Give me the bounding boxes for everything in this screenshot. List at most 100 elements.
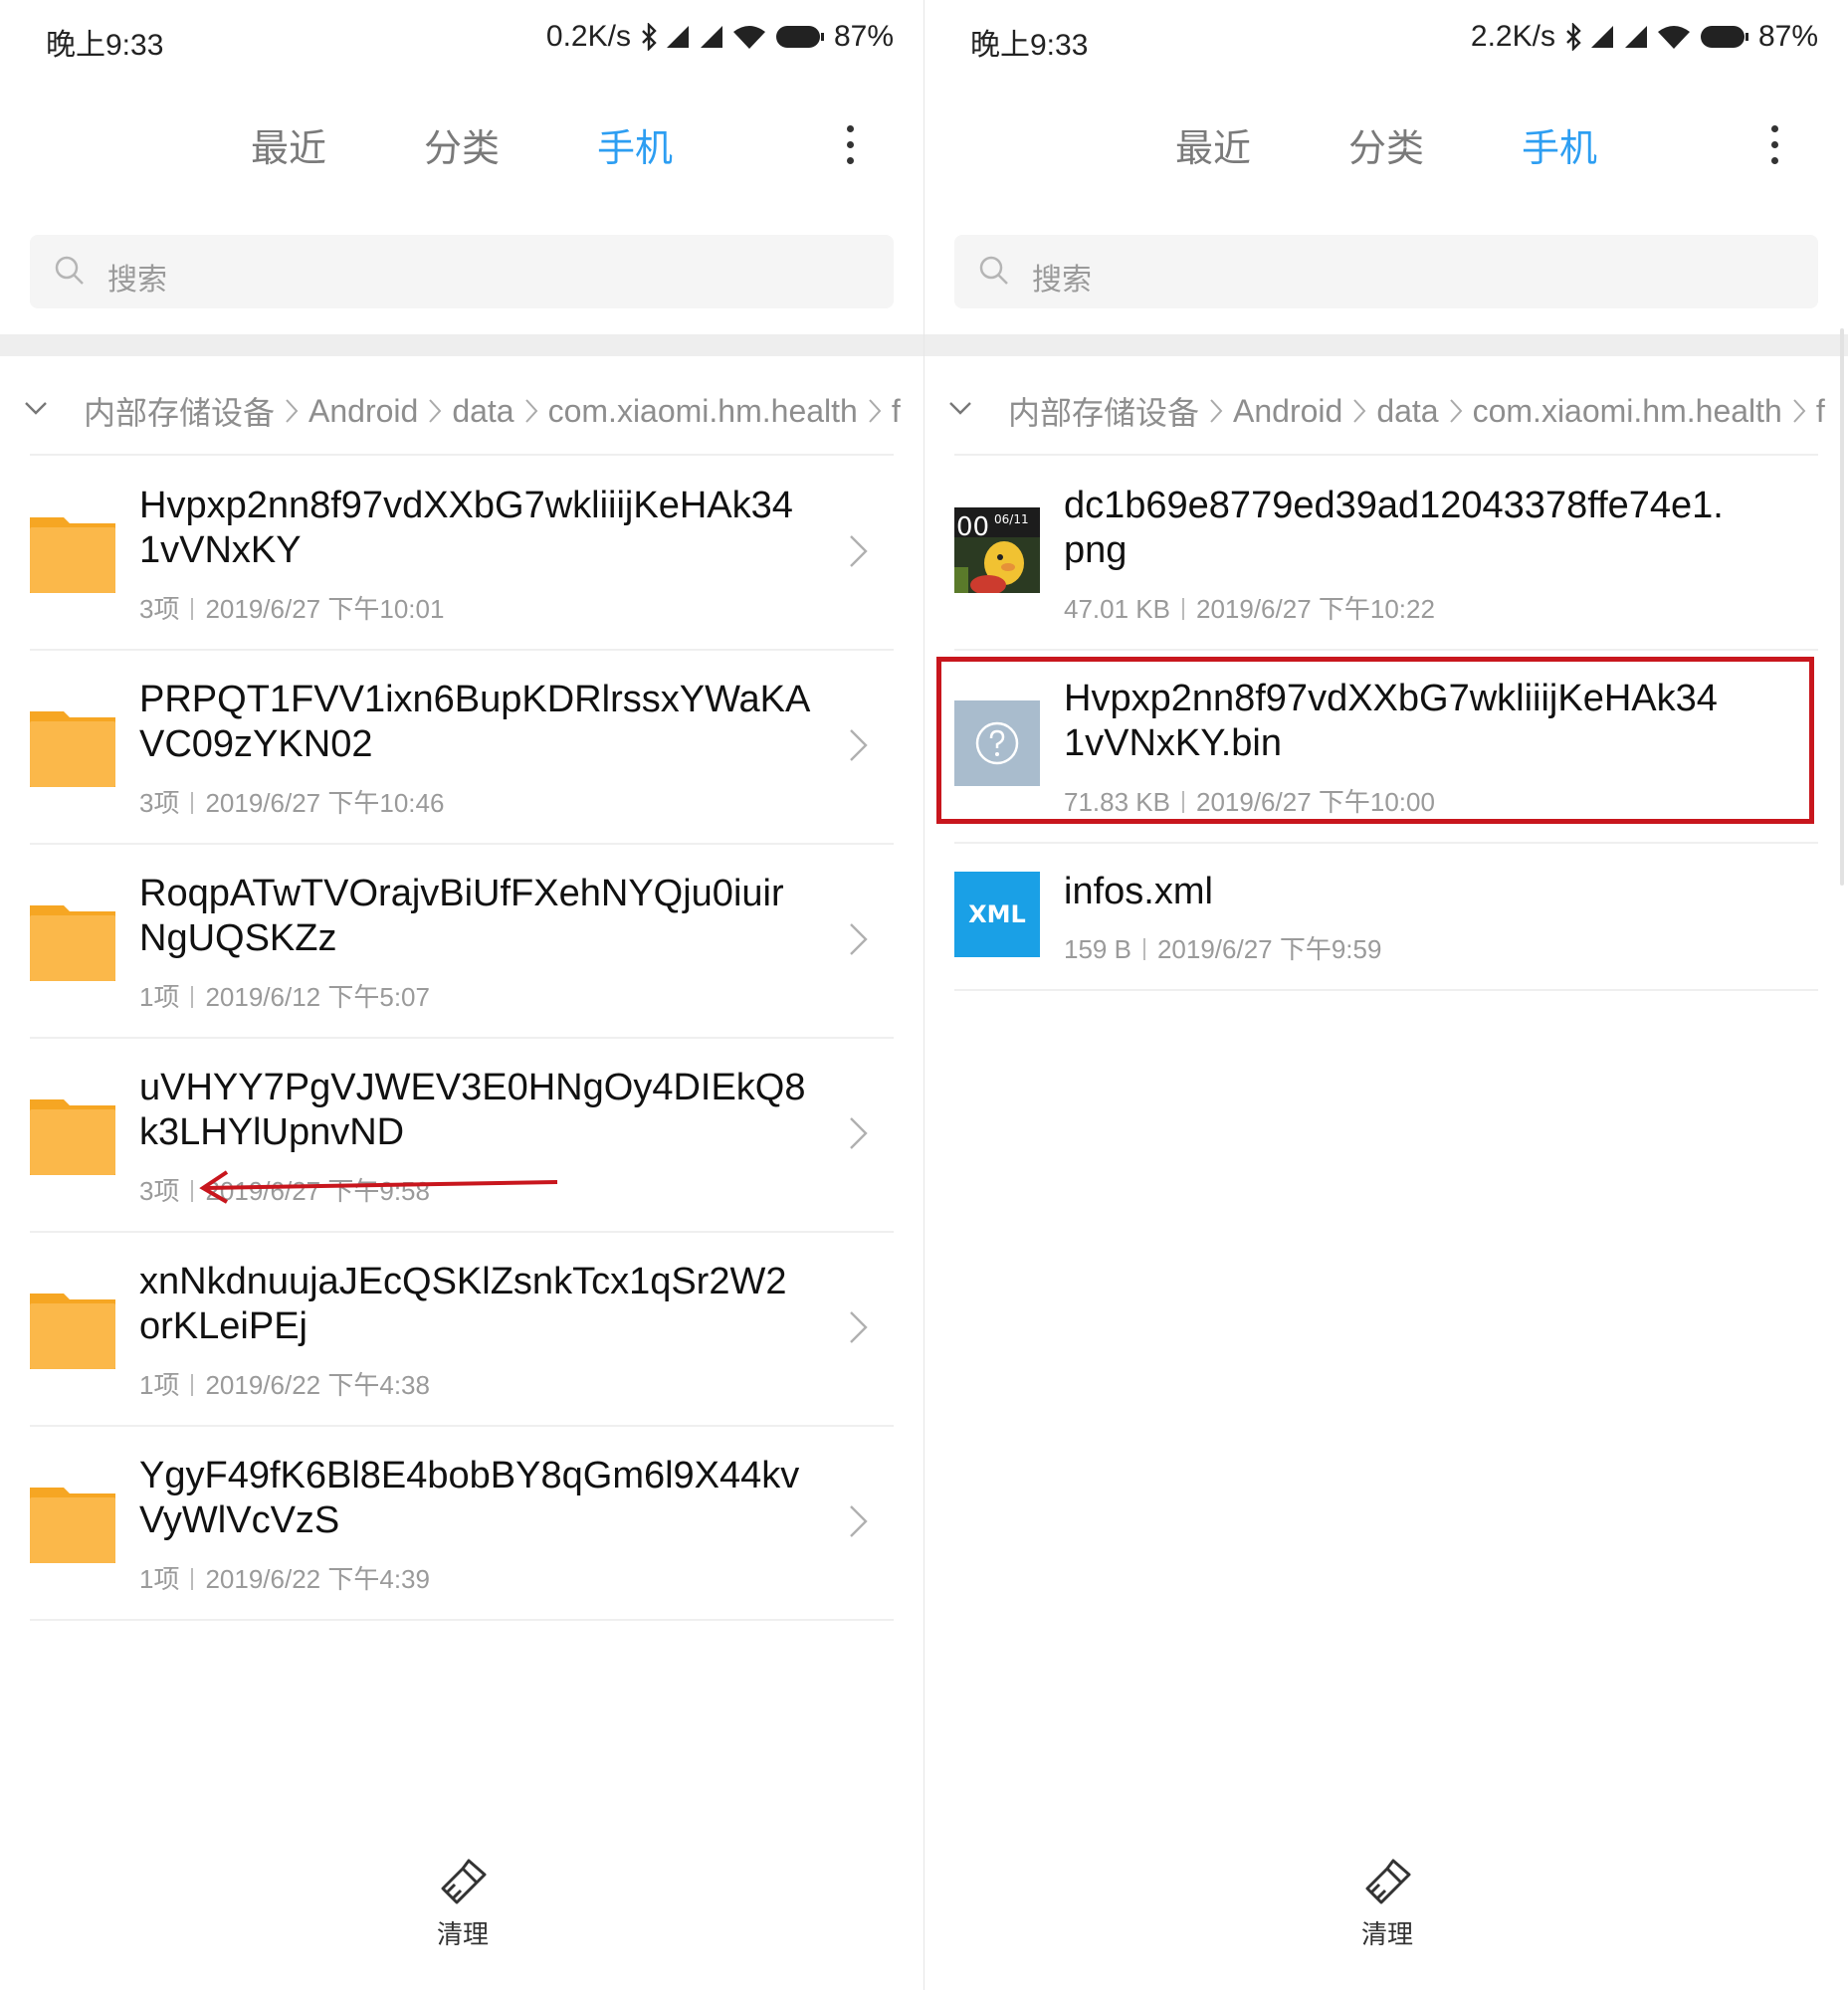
wifi-icon <box>1657 26 1690 49</box>
file-meta: 159 B 2019/6/27 下午9:59 <box>1064 929 1381 966</box>
chevron-right-icon <box>1353 399 1366 423</box>
unknown-file-icon <box>954 700 1040 786</box>
breadcrumb-item-android[interactable]: Android <box>308 393 418 430</box>
section-divider <box>0 334 924 356</box>
chevron-down-icon[interactable] <box>22 394 50 422</box>
chevron-right-icon <box>1793 399 1806 423</box>
tab-phone[interactable]: 手机 <box>597 117 673 172</box>
file-row-xml[interactable]: XML infos.xml 159 B 2019/6/27 下午9:59 <box>954 842 1818 991</box>
search-input[interactable]: 搜索 <box>30 235 894 308</box>
file-size: 47.01 KB <box>1064 594 1170 624</box>
folder-meta: 3项 2019/6/27 下午10:01 <box>139 589 444 626</box>
left-screenshot: 晚上9:33 0.2K/s 87% 最近 分类 手机 搜索 内部存储设备 And… <box>0 0 924 1990</box>
folder-row[interactable]: PRPQT1FVV1ixn6BupKDRlrssxYWaKA VC09zYKN0… <box>30 650 894 845</box>
breadcrumb-item-data[interactable]: data <box>1376 393 1438 430</box>
chevron-right-icon <box>524 399 537 423</box>
file-name: infos.xml <box>1064 871 1213 912</box>
more-menu-icon[interactable] <box>1762 125 1786 169</box>
folder-row[interactable]: RoqpATwTVOrajvBiUfFXehNYQju0iuir NgUQSKZ… <box>30 844 894 1039</box>
clean-button[interactable]: 清理 <box>1342 1857 1432 1956</box>
item-count: 1项 <box>139 1564 180 1594</box>
chevron-down-icon[interactable] <box>946 394 974 422</box>
tab-recent[interactable]: 最近 <box>1175 117 1251 172</box>
chevron-right-icon <box>850 1117 868 1149</box>
file-meta: 71.83 KB 2019/6/27 下午10:00 <box>1064 782 1435 819</box>
breadcrumb-item-truncated[interactable]: f <box>892 393 901 430</box>
folder-icon <box>30 1294 115 1369</box>
tab-phone[interactable]: 手机 <box>1522 117 1597 172</box>
file-name: Hvpxp2nn8f97vdXXbG7wkliiijKeHAk34 1vVNxK… <box>1064 678 1718 764</box>
tab-category[interactable]: 分类 <box>1348 117 1424 172</box>
chevron-right-icon <box>850 1505 868 1537</box>
chevron-right-icon <box>1449 399 1462 423</box>
folder-meta: 1项 2019/6/22 下午4:39 <box>139 1559 430 1596</box>
breadcrumb-item-package[interactable]: com.xiaomi.hm.health <box>548 393 858 430</box>
network-speed: 0.2K/s <box>545 20 631 53</box>
status-right: 2.2K/s 87% <box>1471 20 1818 54</box>
file-size: 71.83 KB <box>1064 787 1170 817</box>
bluetooth-icon <box>1566 23 1581 51</box>
breadcrumb-item-truncated[interactable]: f <box>1816 393 1825 430</box>
folder-meta: 3项 2019/6/27 下午9:58 <box>139 1171 430 1208</box>
file-name: dc1b69e8779ed39ad12043378ffe74e1. png <box>1064 485 1724 571</box>
folder-row[interactable]: uVHYY7PgVJWEV3E0HNgOy4DIEkQ8 k3LHYlUpnvN… <box>30 1038 894 1233</box>
file-row-bin[interactable]: Hvpxp2nn8f97vdXXbG7wkliiijKeHAk34 1vVNxK… <box>954 649 1818 844</box>
folder-name: Hvpxp2nn8f97vdXXbG7wkliiijKeHAk34 1vVNxK… <box>139 485 793 571</box>
item-count: 1项 <box>139 1370 180 1400</box>
search-input[interactable]: 搜索 <box>954 235 1818 308</box>
signal-icon-2 <box>1624 26 1647 48</box>
breadcrumb-item-package[interactable]: com.xiaomi.hm.health <box>1473 393 1782 430</box>
breadcrumb-item-storage[interactable]: 内部存储设备 <box>1008 388 1199 434</box>
modified-date: 2019/6/22 下午4:38 <box>205 1370 430 1400</box>
tab-category[interactable]: 分类 <box>424 117 500 172</box>
battery-icon <box>1700 26 1748 48</box>
modified-date: 2019/6/27 下午9:58 <box>205 1176 430 1206</box>
folder-name: uVHYY7PgVJWEV3E0HNgOy4DIEkQ8 k3LHYlUpnvN… <box>139 1067 806 1153</box>
chevron-right-icon <box>850 923 868 955</box>
item-count: 1项 <box>139 982 180 1012</box>
battery-percent: 87% <box>1757 20 1818 53</box>
breadcrumb-item-storage[interactable]: 内部存储设备 <box>84 388 275 434</box>
more-menu-icon[interactable] <box>838 125 862 169</box>
breadcrumb-item-android[interactable]: Android <box>1233 393 1342 430</box>
folder-name: RoqpATwTVOrajvBiUfFXehNYQju0iuir NgUQSKZ… <box>139 873 784 959</box>
item-count: 3项 <box>139 1176 180 1206</box>
file-date: 2019/6/27 下午10:22 <box>1195 594 1435 624</box>
folder-icon <box>30 711 115 787</box>
folder-name: PRPQT1FVV1ixn6BupKDRlrssxYWaKA VC09zYKN0… <box>139 679 811 765</box>
folder-icon <box>30 1488 115 1563</box>
breadcrumb: 内部存储设备 Android data com.xiaomi.hm.health… <box>924 386 1848 434</box>
folder-icon <box>30 905 115 981</box>
folder-row[interactable]: xnNkdnuujaJEcQSKlZsnkTcx1qSr2W2 orKLeiPE… <box>30 1232 894 1427</box>
chevron-right-icon <box>850 535 868 567</box>
chevron-right-icon <box>850 729 868 761</box>
battery-icon <box>775 26 824 48</box>
modified-date: 2019/6/22 下午4:39 <box>205 1564 430 1594</box>
folder-row[interactable]: YgyF49fK6Bl8E4bobBY8qGm6l9X44kv VyWlVcVz… <box>30 1426 894 1621</box>
chevron-right-icon <box>429 399 442 423</box>
search-icon <box>979 256 1008 285</box>
battery-percent: 87% <box>833 20 894 53</box>
search-icon <box>55 256 84 285</box>
clean-button[interactable]: 清理 <box>418 1857 508 1956</box>
thumb-date: 06/11 <box>994 512 1029 526</box>
broom-icon <box>1365 1859 1411 1904</box>
folder-row[interactable]: Hvpxp2nn8f97vdXXbG7wkliiijKeHAk34 1vVNxK… <box>30 456 894 651</box>
chevron-right-icon <box>286 399 299 423</box>
item-count: 3项 <box>139 594 180 624</box>
breadcrumb-item-data[interactable]: data <box>452 393 513 430</box>
broom-icon <box>441 1859 487 1904</box>
clean-label: 清理 <box>1360 1919 1413 1949</box>
file-date: 2019/6/27 下午9:59 <box>1156 934 1382 964</box>
folder-meta: 1项 2019/6/12 下午5:07 <box>139 977 430 1014</box>
signal-icon <box>1590 26 1613 48</box>
folder-meta: 1项 2019/6/22 下午4:38 <box>139 1365 430 1402</box>
tab-bar: 最近 分类 手机 <box>0 117 924 181</box>
folder-name: YgyF49fK6Bl8E4bobBY8qGm6l9X44kv VyWlVcVz… <box>139 1455 800 1541</box>
bluetooth-icon <box>642 23 657 51</box>
file-row-png[interactable]: 00 06/11 dc1b69e8779ed39ad12043378ffe74e… <box>954 456 1818 651</box>
tab-recent[interactable]: 最近 <box>251 117 326 172</box>
folder-icon <box>30 1099 115 1175</box>
network-speed: 2.2K/s <box>1470 20 1555 53</box>
wifi-icon <box>732 26 765 49</box>
